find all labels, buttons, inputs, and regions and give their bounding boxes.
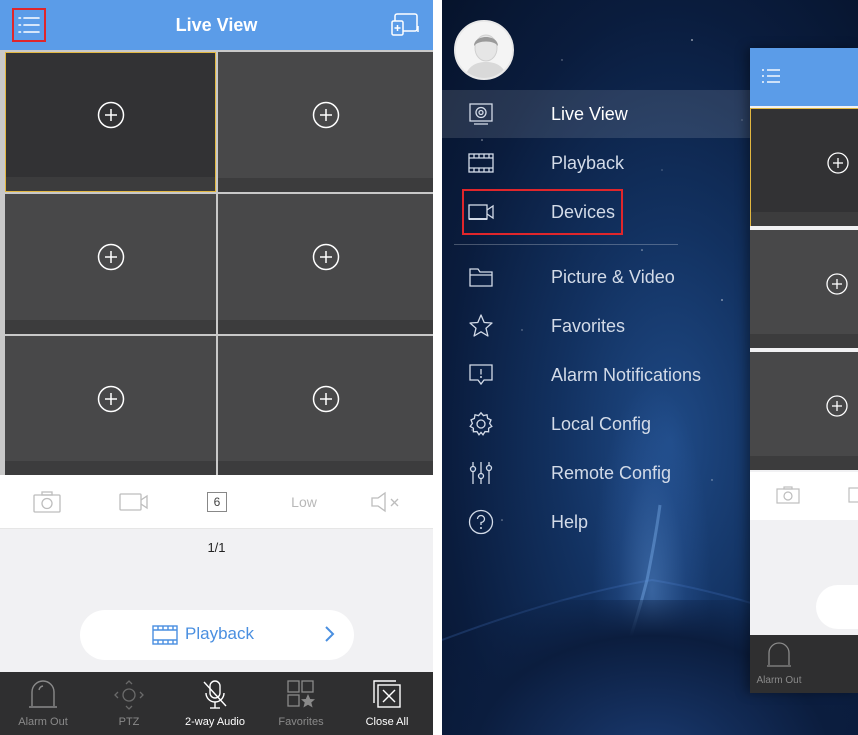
menu-item-favorites[interactable]: Favorites [442, 302, 752, 350]
peek-top-bar [750, 48, 858, 106]
camera-cell-5[interactable] [5, 336, 216, 475]
close-all-label: Close All [365, 716, 409, 728]
alarm-out-label: Alarm Out [18, 716, 68, 728]
menu-label-favorites: Favorites [551, 316, 626, 336]
film-strip-icon [152, 625, 178, 645]
close-all-button[interactable]: Close All [344, 672, 430, 735]
alarm-notification-icon [469, 364, 493, 386]
playback-button[interactable]: Playback [80, 610, 354, 660]
add-camera-plus-icon[interactable] [97, 101, 125, 129]
add-screen-icon [391, 13, 419, 36]
close-all-icon [373, 680, 401, 708]
ptz-directional-icon [114, 680, 144, 710]
ptz-label: PTZ [118, 716, 140, 728]
alarm-siren-icon [767, 642, 791, 667]
menu-label-picture-video: Picture & Video [551, 267, 675, 287]
peek-camera-cell-3[interactable] [750, 352, 858, 470]
live-controls-row: 6 Low [0, 475, 433, 529]
help-circle-icon [468, 509, 494, 535]
camera-cell-1[interactable] [5, 52, 216, 192]
devices-highlight-box [462, 189, 623, 235]
favorites-grid-star-icon [287, 680, 315, 708]
film-strip-icon [468, 153, 494, 173]
peek-controls-row [750, 472, 858, 520]
camera-cell-6[interactable] [218, 336, 433, 475]
quality-button[interactable]: Low [284, 489, 324, 515]
mic-muted-icon [203, 680, 227, 709]
menu-item-remote-config[interactable]: Remote Config [442, 449, 752, 497]
folder-icon [469, 268, 493, 287]
camera-cell-4[interactable] [218, 194, 433, 334]
quality-label: Low [291, 494, 317, 510]
camera-grid [0, 50, 433, 475]
video-record-icon [848, 487, 858, 503]
camera-snapshot-icon [33, 491, 61, 513]
menu-item-playback[interactable]: Playback [442, 139, 752, 187]
two-way-audio-button[interactable]: 2-way Audio [172, 672, 258, 735]
add-camera-plus-icon[interactable] [312, 385, 340, 413]
monitor-camera-icon [469, 103, 493, 125]
star-icon [469, 314, 493, 337]
menu-label-alarm-notifications: Alarm Notifications [551, 365, 702, 385]
window-count-value: 6 [207, 492, 227, 512]
video-record-icon [119, 493, 148, 511]
menu-label-playback: Playback [551, 153, 625, 173]
menu-item-help[interactable]: Help [442, 498, 752, 546]
mute-button[interactable] [368, 489, 402, 515]
menu-item-local-config[interactable]: Local Config [442, 400, 752, 448]
hamburger-menu-icon [762, 69, 780, 83]
alarm-out-button[interactable]: Alarm Out [0, 672, 86, 735]
bottom-toolbar: Alarm Out PTZ 2-way Audio Favorites Clos… [0, 672, 433, 735]
page-title: Live View [175, 15, 258, 35]
peek-bottom-toolbar: Alarm Out [750, 635, 858, 693]
window-count-button[interactable]: 6 [206, 489, 228, 515]
peek-camera-cell-2[interactable] [750, 230, 858, 348]
two-way-audio-label: 2-way Audio [185, 716, 245, 728]
live-view-screen: Live View 6 Low 1/1 Playback Alarm Out P… [0, 0, 433, 735]
avatar[interactable] [454, 20, 514, 80]
playback-label: Playback [185, 624, 254, 643]
add-camera-plus-icon[interactable] [312, 101, 340, 129]
add-camera-plus-icon [826, 273, 848, 295]
menu-item-live-view[interactable]: Live View [442, 90, 752, 138]
add-camera-plus-icon[interactable] [97, 243, 125, 271]
add-camera-plus-icon[interactable] [312, 243, 340, 271]
camera-snapshot-icon [776, 486, 800, 504]
menu-label-remote-config: Remote Config [551, 463, 672, 483]
top-bar: Live View [0, 0, 433, 50]
chevron-right-icon [325, 626, 335, 642]
live-view-panel-peek[interactable]: Alarm Out [750, 48, 858, 693]
add-screen-button[interactable] [391, 12, 421, 38]
snapshot-button[interactable] [30, 489, 64, 515]
peek-playback-button[interactable] [816, 585, 858, 629]
speaker-muted-icon [371, 491, 399, 513]
camera-cell-3[interactable] [5, 194, 216, 334]
favorites-label: Favorites [278, 716, 324, 728]
menu-label-local-config: Local Config [551, 414, 652, 434]
add-camera-plus-icon[interactable] [97, 385, 125, 413]
gear-icon [469, 411, 493, 436]
sliders-icon [469, 462, 493, 484]
peek-alarm-out-label: Alarm Out [756, 675, 802, 686]
favorites-button[interactable]: Favorites [258, 672, 344, 735]
camera-cell-2[interactable] [218, 52, 433, 192]
alarm-siren-icon [29, 680, 57, 708]
add-camera-plus-icon [827, 152, 849, 174]
ptz-button[interactable]: PTZ [86, 672, 172, 735]
menu-item-alarm-notifications[interactable]: Alarm Notifications [442, 351, 752, 399]
menu-label-live-view: Live View [551, 104, 628, 124]
peek-camera-cell-1[interactable] [750, 108, 858, 226]
record-button[interactable] [117, 489, 151, 515]
add-camera-plus-icon [826, 395, 848, 417]
menu-divider [454, 244, 678, 245]
menu-item-picture-video[interactable]: Picture & Video [442, 253, 752, 301]
page-indicator: 1/1 [207, 540, 226, 555]
menu-label-help: Help [551, 512, 589, 532]
